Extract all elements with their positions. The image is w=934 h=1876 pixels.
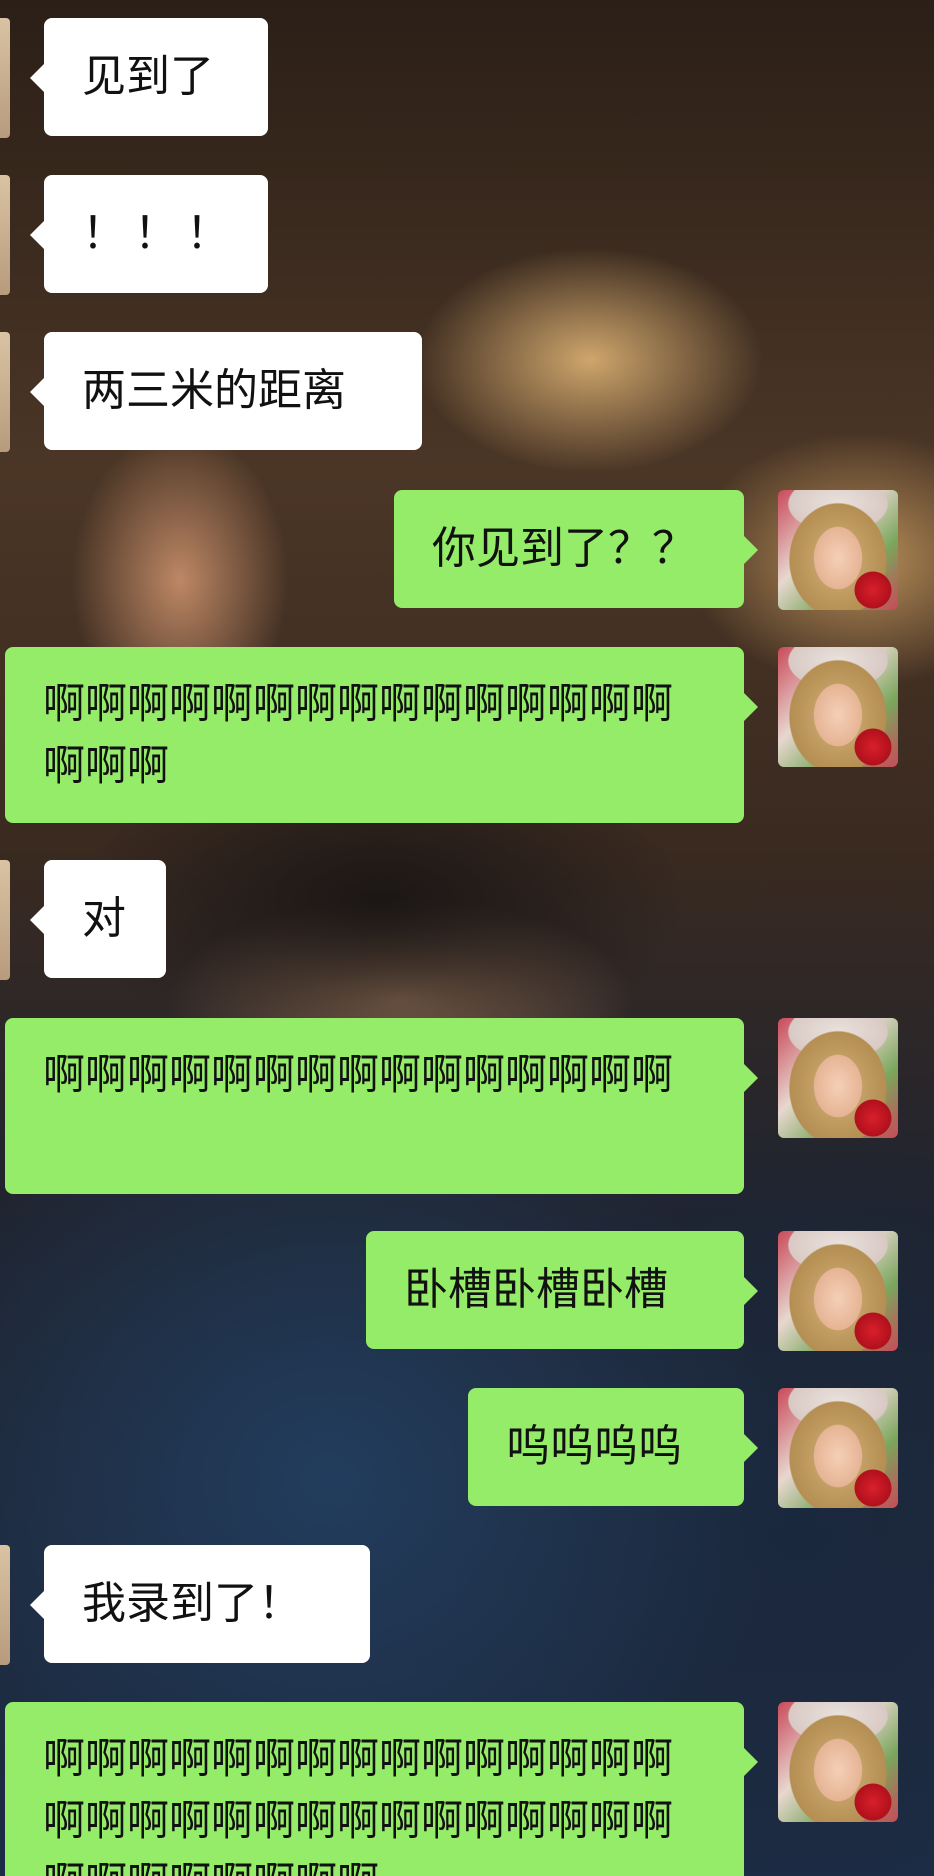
user-avatar-icon[interactable] — [778, 1231, 898, 1351]
message-bubble-outgoing[interactable]: 呜呜呜呜 — [468, 1388, 758, 1506]
message-bubble-outgoing[interactable]: 啊啊啊啊啊啊啊啊啊啊啊啊啊啊啊啊啊啊啊啊啊啊啊啊啊啊啊啊啊啊啊啊啊啊啊啊啊啊 — [5, 1702, 758, 1876]
message-bubble-outgoing[interactable]: 啊啊啊啊啊啊啊啊啊啊啊啊啊啊啊 — [5, 1018, 758, 1194]
message-bubble-incoming[interactable]: 两三米的距离 — [30, 332, 422, 450]
contact-avatar-icon[interactable] — [0, 332, 10, 452]
contact-avatar-icon[interactable] — [0, 1545, 10, 1665]
contact-avatar-icon[interactable] — [0, 18, 10, 138]
message-bubble-incoming[interactable]: 见到了 — [30, 18, 268, 136]
message-bubble-incoming[interactable]: 我录到了！ — [30, 1545, 370, 1663]
user-avatar-icon[interactable] — [778, 1388, 898, 1508]
contact-avatar-icon[interactable] — [0, 860, 10, 980]
user-avatar-icon[interactable] — [778, 490, 898, 610]
message-bubble-outgoing[interactable]: 你见到了？？ — [394, 490, 758, 608]
message-bubble-outgoing[interactable]: 卧槽卧槽卧槽 — [366, 1231, 758, 1349]
user-avatar-icon[interactable] — [778, 647, 898, 767]
user-avatar-icon[interactable] — [778, 1702, 898, 1822]
message-bubble-incoming[interactable]: ！！！ — [30, 175, 268, 293]
contact-avatar-icon[interactable] — [0, 175, 10, 295]
user-avatar-icon[interactable] — [778, 1018, 898, 1138]
message-bubble-outgoing[interactable]: 啊啊啊啊啊啊啊啊啊啊啊啊啊啊啊啊啊啊 — [5, 647, 758, 823]
message-bubble-incoming[interactable]: 对 — [30, 860, 166, 978]
